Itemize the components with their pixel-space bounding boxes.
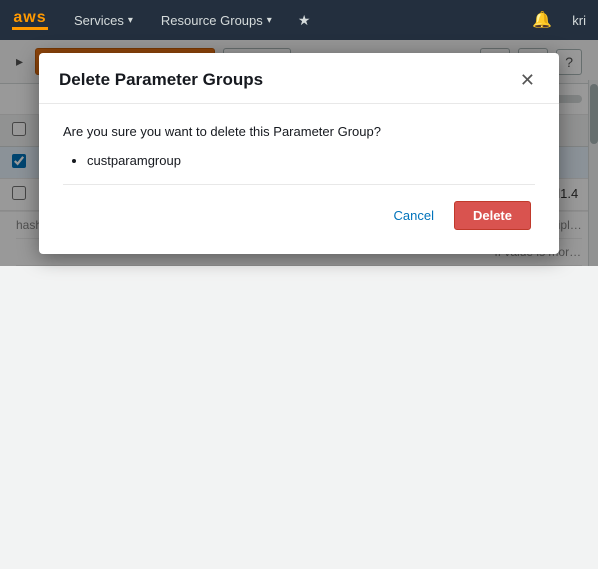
modal-list-item: custparamgroup — [87, 153, 535, 168]
resource-groups-chevron: ▾ — [267, 15, 272, 26]
modal-footer: Cancel Delete — [63, 201, 535, 234]
nav-bookmark-icon[interactable]: ★ — [298, 12, 311, 29]
main-content: ▸ Create Parameter Group Delete ↻ ⚙ ? Vi… — [0, 40, 598, 266]
aws-logo-bar — [12, 27, 48, 30]
confirm-delete-button[interactable]: Delete — [454, 201, 531, 230]
modal-items-list: custparamgroup — [63, 153, 535, 168]
top-nav: aws Services ▾ Resource Groups ▾ ★ 🔔 kri — [0, 0, 598, 40]
cancel-button[interactable]: Cancel — [384, 202, 444, 229]
resource-groups-label: Resource Groups — [161, 13, 263, 28]
services-chevron: ▾ — [128, 15, 133, 26]
modal-body: Are you sure you want to delete this Par… — [39, 104, 559, 254]
modal-close-button[interactable]: ✕ — [516, 69, 539, 91]
modal-header: Delete Parameter Groups ✕ — [39, 53, 559, 104]
aws-logo-text: aws — [13, 10, 46, 26]
modal-overlay: Delete Parameter Groups ✕ Are you sure y… — [0, 40, 598, 266]
delete-modal: Delete Parameter Groups ✕ Are you sure y… — [39, 53, 559, 254]
nav-services[interactable]: Services ▾ — [68, 9, 139, 32]
nav-resource-groups[interactable]: Resource Groups ▾ — [155, 9, 278, 32]
nav-user-label[interactable]: kri — [572, 13, 586, 28]
services-label: Services — [74, 13, 124, 28]
nav-bell-icon[interactable]: 🔔 — [532, 10, 552, 30]
modal-question: Are you sure you want to delete this Par… — [63, 124, 535, 139]
modal-title: Delete Parameter Groups — [59, 70, 263, 90]
modal-divider — [63, 184, 535, 185]
aws-logo: aws — [12, 10, 48, 30]
